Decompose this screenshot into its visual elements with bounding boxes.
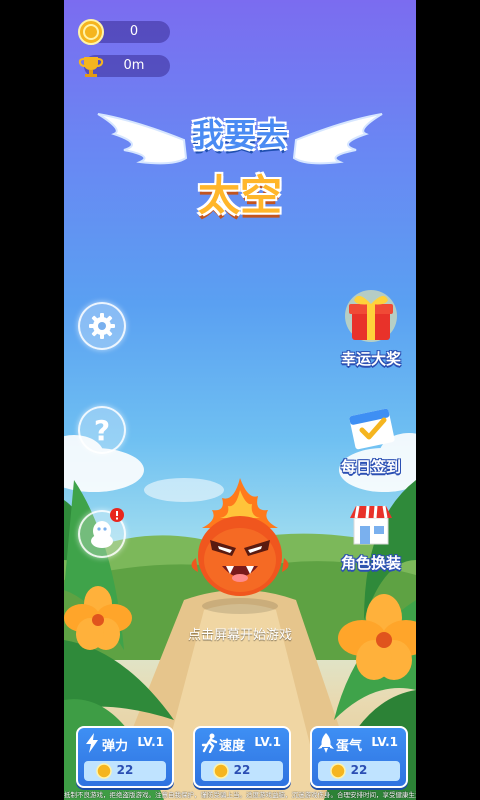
upgrade-gas-button[interactable]: 蛋气 LV.1 22: [310, 726, 408, 788]
help-button[interactable]: ?: [78, 406, 126, 454]
calendar-check-icon: [349, 408, 395, 450]
coin-count: 0: [129, 24, 139, 39]
upgrade-level: LV.1: [137, 735, 164, 749]
game-screen[interactable]: 0 0m 我要去 太空 ? 幸运大奖 每日签到 角色换装 点击屏幕开始游戏 弹力…: [0, 0, 480, 800]
game-scene[interactable]: 0 0m 我要去 太空 ? 幸运大奖 每日签到 角色换装 点击屏幕开始游戏 弹力…: [64, 0, 416, 800]
upgrade-cost: 22: [350, 763, 368, 777]
lucky-prize-label: 幸运大奖: [340, 350, 401, 368]
fire-character-icon[interactable]: [188, 476, 292, 602]
daily-checkin-label: 每日签到: [340, 458, 401, 476]
lucky-prize-button[interactable]: 幸运大奖: [332, 288, 410, 369]
upgrade-name: 蛋气: [336, 739, 363, 754]
game-title-line1: 我要去: [191, 116, 288, 154]
upgrade-cost: 22: [116, 763, 134, 777]
upgrade-name: 弹力: [102, 739, 129, 754]
upgrade-speed-button[interactable]: 速度 LV.1 22: [193, 726, 291, 788]
upgrade-name: 速度: [219, 739, 246, 754]
upgrade-cost: 22: [233, 763, 251, 777]
upgrade-level: LV.1: [254, 735, 281, 749]
gift-box-icon: [345, 290, 397, 342]
tap-to-start-hint[interactable]: 点击屏幕开始游戏: [64, 624, 416, 643]
distance-value: 0m: [123, 58, 145, 73]
skin-change-label: 角色换装: [340, 554, 401, 572]
shop-icon: [350, 505, 392, 545]
daily-checkin-button[interactable]: 每日签到: [332, 402, 410, 477]
gear-icon: [89, 313, 115, 339]
notification-badge-icon: [110, 508, 124, 522]
trophy-icon: [78, 57, 104, 77]
upgrade-level: LV.1: [371, 735, 398, 749]
qq-penguin-icon: [91, 521, 113, 548]
settings-button[interactable]: [78, 302, 126, 350]
coin-icon: [78, 19, 104, 45]
letterbox-left: [0, 0, 64, 800]
game-title-line2: 太空: [197, 171, 282, 220]
upgrade-bounce-button[interactable]: 弹力 LV.1 22: [76, 726, 174, 788]
letterbox-right: [416, 0, 480, 800]
skin-change-button[interactable]: 角色换装: [332, 500, 410, 573]
question-mark-icon: ?: [93, 413, 111, 447]
health-advisory-footer: 抵制不良游戏，拒绝盗版游戏。注意自我保护，谨防受骗上当。适度游戏益脑，沉迷游戏伤…: [64, 791, 416, 799]
